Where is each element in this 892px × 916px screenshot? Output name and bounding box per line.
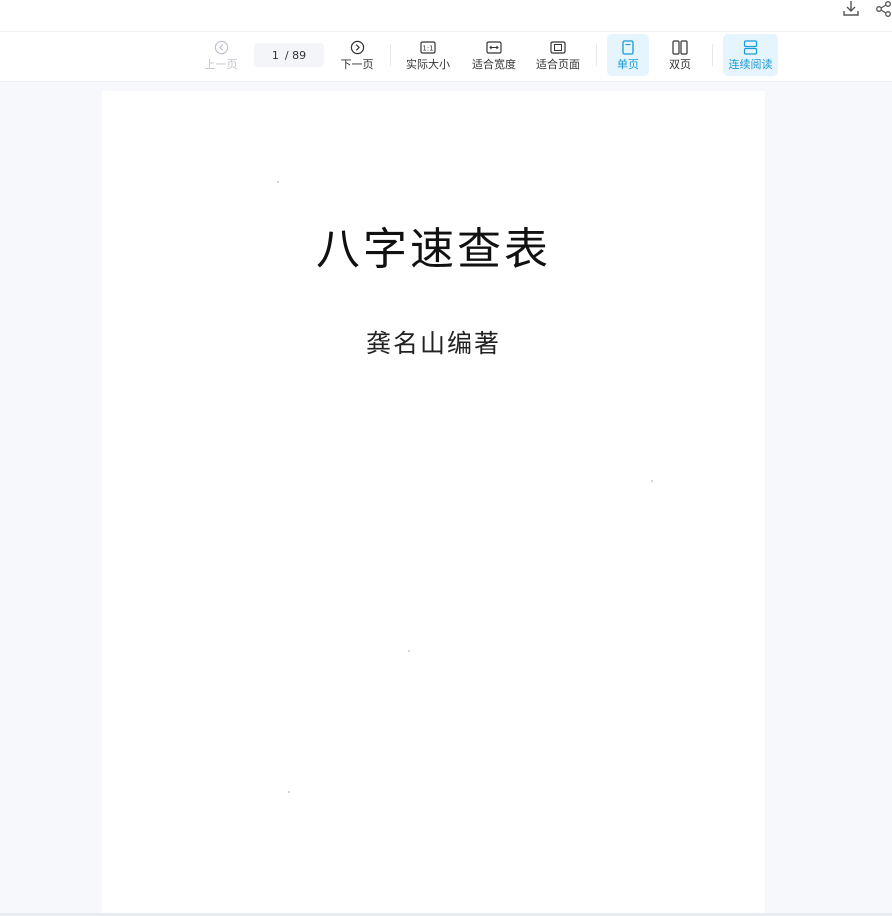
scan-speck: [651, 480, 653, 482]
fit-width-icon: [486, 39, 502, 57]
single-page-icon: [622, 39, 634, 57]
scan-speck: [408, 650, 410, 652]
fit-width-button[interactable]: 适合宽度: [468, 34, 520, 76]
next-page-button[interactable]: 下一页: [336, 34, 378, 76]
download-icon: [843, 1, 859, 16]
document-page[interactable]: 八字速查表 龚名山编著: [102, 91, 765, 913]
fit-page-button[interactable]: 适合页面: [532, 34, 584, 76]
actual-size-label: 实际大小: [406, 57, 450, 71]
share-button[interactable]: [874, 0, 892, 18]
double-page-icon: [672, 39, 688, 57]
viewer-toolbar: 上一页 1 / 89 下一页 1:1 实际大小 适合宽度 适合页面 单页 双页 …: [0, 32, 892, 82]
page-total: / 89: [284, 48, 307, 62]
fit-width-label: 适合宽度: [472, 57, 516, 71]
actual-size-button[interactable]: 1:1 实际大小: [402, 34, 454, 76]
single-page-label: 单页: [617, 57, 639, 71]
double-page-button[interactable]: 双页: [659, 34, 701, 76]
page-indicator[interactable]: 1 / 89: [254, 43, 324, 67]
continuous-reading-button[interactable]: 连续阅读: [723, 34, 778, 76]
prev-page-label: 上一页: [204, 57, 238, 71]
fit-page-label: 适合页面: [536, 57, 580, 71]
chevron-left-circle-icon: [214, 39, 229, 57]
chevron-right-circle-icon: [350, 39, 365, 57]
prev-page-button[interactable]: 上一页: [200, 34, 242, 76]
single-page-button[interactable]: 单页: [607, 34, 649, 76]
toolbar-divider: [390, 44, 391, 66]
top-bar: [0, 0, 892, 32]
svg-text:1:1: 1:1: [422, 45, 433, 53]
toolbar-divider: [596, 44, 597, 66]
continuous-reading-icon: [743, 39, 758, 57]
scan-speck: [288, 791, 290, 793]
download-button[interactable]: [841, 0, 861, 18]
continuous-reading-label: 连续阅读: [728, 57, 773, 71]
page-current: 1: [271, 48, 279, 62]
document-author: 龚名山编著: [365, 329, 501, 358]
share-icon: [876, 1, 891, 17]
next-page-label: 下一页: [340, 57, 374, 71]
fit-page-icon: [550, 39, 566, 57]
double-page-label: 双页: [669, 57, 691, 71]
scan-speck: [277, 181, 279, 183]
toolbar-divider: [712, 44, 713, 66]
document-title: 八字速查表: [316, 224, 551, 275]
actual-size-icon: 1:1: [420, 39, 436, 57]
